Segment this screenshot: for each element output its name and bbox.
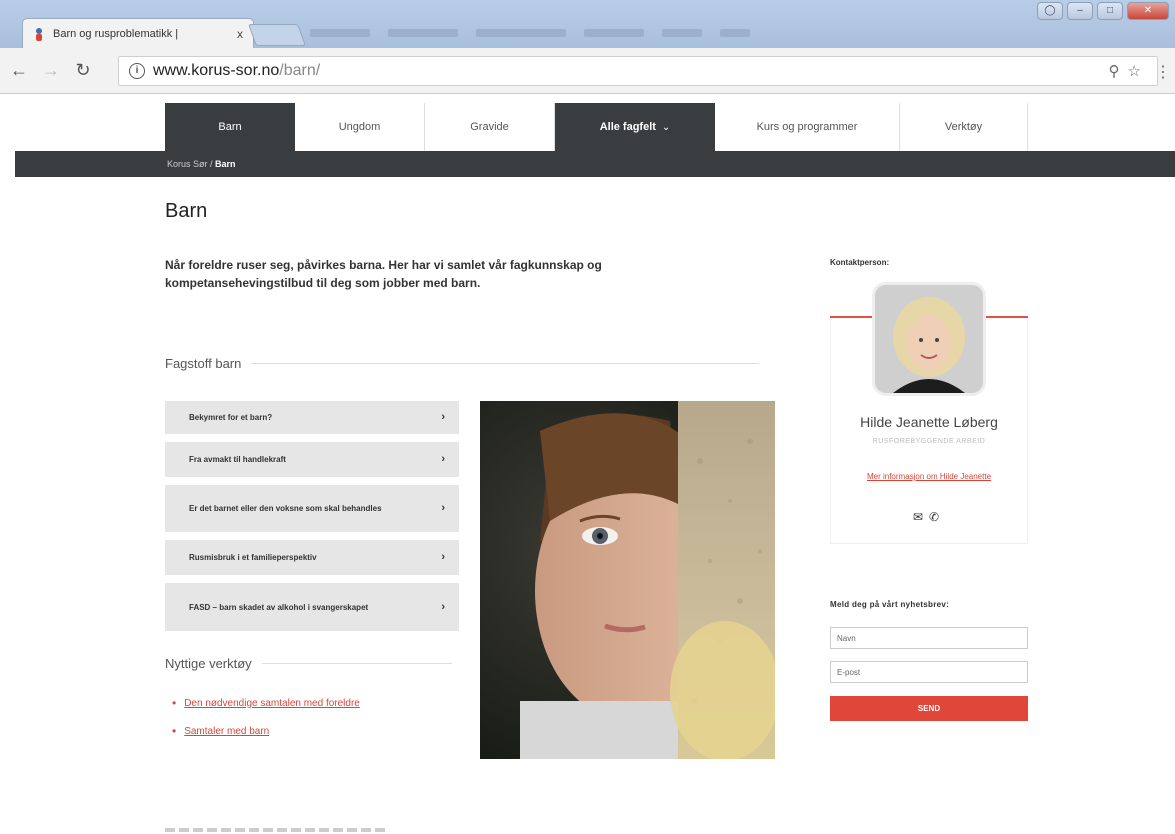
fagstoff-heading-text: Fagstoff barn <box>165 356 242 371</box>
address-bar[interactable]: i www.korus-sor.no/barn/ ⚲☆ <box>118 56 1158 86</box>
browser-tab[interactable]: Barn og rusproblematikk | x <box>22 18 254 48</box>
tools-heading-text: Nyttige verktøy <box>165 656 252 671</box>
tools-link-list: • Den nødvendige samtalen med foreldre • S… <box>172 696 360 752</box>
url-path: /barn/ <box>279 62 321 79</box>
contact-person-label: Kontaktperson: <box>830 258 890 267</box>
nav-item-alle-fagfelt[interactable]: Alle fagfelt ⌄ <box>555 103 715 151</box>
bullet-icon: • <box>172 724 177 738</box>
nav-item-kurs[interactable]: Kurs og programmer <box>715 103 900 151</box>
accent-line <box>830 316 872 318</box>
nav-item-barn[interactable]: Barn <box>165 103 295 151</box>
fagstoff-item-label: Bekymret for et barn? <box>189 413 273 422</box>
fagstoff-item[interactable]: Er det barnet eller den voksne som skal … <box>165 485 459 532</box>
background-tabs <box>310 24 910 38</box>
page-lead: Når foreldre ruser seg, påvirkes barna. … <box>165 258 602 290</box>
list-item: • Den nødvendige samtalen med foreldre <box>172 696 360 710</box>
user-icon[interactable]: ◯ <box>1037 2 1063 20</box>
tool-link[interactable]: Den nødvendige samtalen med foreldre <box>184 698 360 709</box>
email-icon[interactable]: ✉ <box>913 510 929 524</box>
fagstoff-item[interactable]: FASD – barn skadet av alkohol i svangers… <box>165 583 459 631</box>
nav-item-verktoy[interactable]: Verktøy <box>900 103 1028 151</box>
minimize-button[interactable]: – <box>1067 2 1093 20</box>
tool-link[interactable]: Samtaler med barn <box>184 726 269 737</box>
browser-titlebar: Barn og rusproblematikk | x ◯ – □ ✕ <box>0 0 1175 48</box>
close-window-button[interactable]: ✕ <box>1127 2 1169 20</box>
chevron-right-icon: › <box>441 502 445 514</box>
nav-item-gravide[interactable]: Gravide <box>425 103 555 151</box>
breadcrumb-current: Barn <box>215 159 236 169</box>
fagstoff-item[interactable]: Bekymret for et barn? › <box>165 401 459 434</box>
site-favicon-icon <box>33 27 45 41</box>
fagstoff-heading: Fagstoff barn <box>165 356 760 371</box>
tab-title: Barn og rusproblematikk | <box>53 27 179 40</box>
zoom-and-bookmark-icons[interactable]: ⚲☆ <box>1109 62 1149 80</box>
chevron-right-icon: › <box>441 600 445 613</box>
breadcrumb: Korus Sør / Barn <box>15 151 1175 177</box>
fagstoff-item-label: Rusmisbruk i et familieperspektiv <box>189 553 317 562</box>
breadcrumb-parent[interactable]: Korus Sør / <box>167 159 213 169</box>
reload-icon[interactable]: ↻ <box>70 60 96 81</box>
child-portrait-image <box>480 401 775 759</box>
page-title: Barn <box>165 200 208 222</box>
chevron-right-icon: › <box>441 411 445 423</box>
nav-label: Alle fagfelt <box>599 121 656 133</box>
fagstoff-item[interactable]: Fra avmakt til handlekraft › <box>165 442 459 477</box>
contact-more-info-link[interactable]: Mer informasjon om Hilde Jeanette <box>830 472 1028 481</box>
newsletter-email-field[interactable] <box>830 661 1028 683</box>
forward-arrow-icon[interactable]: → <box>38 60 64 81</box>
nav-label: Verktøy <box>944 121 983 133</box>
nav-label: Ungdom <box>338 121 381 133</box>
nav-label: Kurs og programmer <box>756 121 858 133</box>
accent-line <box>986 316 1028 318</box>
send-button[interactable]: SEND <box>830 696 1028 721</box>
back-arrow-icon[interactable]: ← <box>6 60 32 81</box>
maximize-button[interactable]: □ <box>1097 2 1123 20</box>
newsletter-name-field[interactable] <box>830 627 1028 649</box>
nav-label: Barn <box>218 121 242 133</box>
contact-name: Hilde Jeanette Løberg <box>860 414 998 430</box>
info-icon[interactable]: i <box>129 63 145 79</box>
contact-icons: ✉✆ <box>830 510 1028 524</box>
site-navigation: Barn Ungdom Gravide Alle fagfelt ⌄ Kurs … <box>15 103 1175 151</box>
divider <box>261 663 452 664</box>
phone-icon[interactable]: ✆ <box>929 510 945 524</box>
list-item: • Samtaler med barn <box>172 724 360 738</box>
tab-close-icon[interactable]: x <box>237 27 243 41</box>
zoom-icon[interactable]: ⚲ <box>1109 63 1128 80</box>
avatar <box>872 282 986 396</box>
fagstoff-item-label: Er det barnet eller den voksne som skal … <box>189 504 382 513</box>
fagstoff-item[interactable]: Rusmisbruk i et familieperspektiv › <box>165 540 459 575</box>
nav-item-ungdom[interactable]: Ungdom <box>295 103 425 151</box>
chevron-right-icon: › <box>441 551 445 563</box>
bullet-icon: • <box>172 696 177 710</box>
chevron-right-icon: › <box>441 453 445 465</box>
nav-label: Gravide <box>470 121 509 133</box>
browser-menu-icon[interactable]: ⋮ <box>1155 62 1171 82</box>
new-tab-button[interactable] <box>247 24 307 46</box>
tools-heading: Nyttige verktøy <box>165 656 452 671</box>
window-controls: ◯ – □ ✕ <box>1037 2 1169 20</box>
next-section-heading-cut-off <box>165 824 465 834</box>
url-host: www.korus-sor.no <box>153 62 280 79</box>
star-icon[interactable]: ☆ <box>1128 63 1149 80</box>
contact-role: RUSFOREBYGGENDE ARBEID <box>872 438 986 445</box>
chevron-down-icon: ⌄ <box>661 121 671 133</box>
browser-toolbar: ← → ↻ i www.korus-sor.no/barn/ ⚲☆ <box>0 48 1175 94</box>
newsletter-label: Meld deg på vårt nyhetsbrev: <box>830 600 950 609</box>
divider <box>251 363 760 364</box>
fagstoff-item-label: FASD – barn skadet av alkohol i svangers… <box>189 602 369 612</box>
fagstoff-item-label: Fra avmakt til handlekraft <box>189 455 286 464</box>
